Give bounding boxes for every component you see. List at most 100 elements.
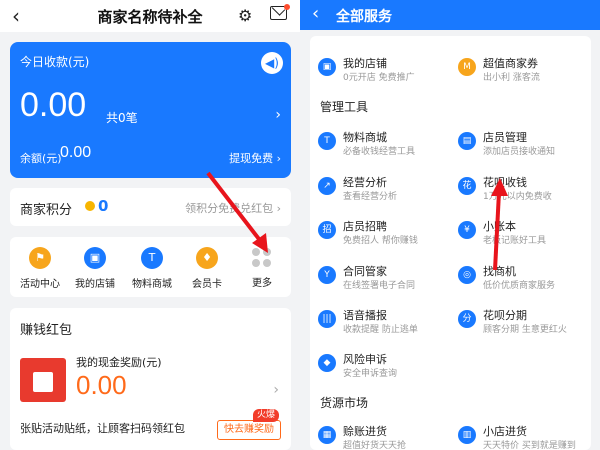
service-name: 超值商家券: [483, 57, 538, 70]
service-desc: 出小利 涨客流: [483, 73, 540, 83]
reward-value: 0.00: [76, 370, 127, 400]
red-packet-card: 赚钱红包 我的现金奖励(元) 0.00 › 张贴活动贴纸，让顾客扫码领红包 快去…: [10, 308, 291, 450]
quick-item-member-card[interactable]: ♦ 会员卡: [177, 247, 237, 290]
service-desc: 查看经营分析: [343, 192, 398, 202]
contract-icon: Y: [318, 266, 336, 284]
cart-icon: ▦: [318, 426, 336, 444]
coin-icon: [85, 201, 95, 211]
recruit-icon: 招: [318, 221, 336, 239]
merchant-home-panel: ‹ 商家名称待补全 ⚙ 今日收款(元) ◀) 0.00 共0笔 › 余额(元) …: [0, 0, 300, 450]
card-icon: ♦: [196, 247, 218, 269]
earn-reward-button[interactable]: 快去赚奖励: [217, 420, 281, 440]
points-hint-text: 领积分免费兑红包: [185, 202, 274, 215]
service-desc: 老板记账好工具: [483, 236, 547, 246]
points-hint: 领积分免费兑红包 ›: [185, 202, 281, 215]
quick-item-label: 我的店铺: [75, 279, 115, 290]
service-desc: 超值好货天天抢: [343, 441, 407, 450]
service-desc: 天天特价 买到就是赚到: [483, 441, 576, 450]
service-name: 语音播报: [343, 309, 387, 322]
points-value: 0: [98, 197, 109, 215]
flag-icon: ⚑: [29, 247, 51, 269]
qr-red-packet-icon: [20, 358, 66, 402]
page-title: 商家名称待补全: [97, 8, 203, 26]
quick-item-mall[interactable]: T 物料商城: [122, 247, 182, 290]
service-name: 赊账进货: [343, 425, 387, 438]
chart-icon: ↗: [318, 177, 336, 195]
service-recruit[interactable]: 招 店员招聘 免费招人 帮你赚钱: [310, 217, 450, 251]
service-installment[interactable]: 分 花呗分期 顾客分期 生意更红火: [450, 306, 590, 340]
notification-dot: [284, 4, 290, 10]
today-income-card[interactable]: 今日收款(元) ◀) 0.00 共0笔 › 余额(元) 0.00 提现免费 ›: [10, 42, 291, 178]
red-packet-footer: 张贴活动贴纸，让顾客扫码领红包: [20, 422, 185, 435]
back-icon[interactable]: ‹: [312, 3, 319, 24]
service-contract[interactable]: Y 合同管家 在线签署电子合同: [310, 262, 450, 296]
withdraw-link[interactable]: 提现免费 ›: [229, 150, 281, 166]
shield-icon: ◆: [318, 354, 336, 372]
service-mall[interactable]: T 物料商城 必备收钱经营工具: [310, 128, 450, 162]
service-name: 风险申诉: [343, 353, 387, 366]
section-management-tools: 管理工具: [320, 100, 369, 114]
service-huabei[interactable]: 花 花呗收钱 1万元以内免费收: [450, 173, 590, 207]
service-name: 花呗分期: [483, 309, 527, 322]
service-desc: 顾客分期 生意更红火: [483, 325, 567, 335]
section-supply-market: 货源市场: [320, 396, 369, 410]
withdraw-label: 提现免费: [229, 152, 274, 165]
today-income-label: 今日收款(元): [20, 55, 90, 69]
left-header: ‹ 商家名称待补全 ⚙: [0, 0, 300, 32]
voice-icon: |||: [318, 310, 336, 328]
page-title: 全部服务: [336, 9, 392, 25]
merchant-points-row[interactable]: 商家积分 0 领积分免费兑红包 ›: [10, 188, 291, 226]
quick-item-label: 活动中心: [20, 279, 60, 290]
shop-icon: ▣: [318, 58, 336, 76]
red-packet-title: 赚钱红包: [20, 323, 73, 338]
service-shop[interactable]: ▣ 我的店铺 0元开店 免费推广: [310, 54, 450, 88]
service-name: 小账本: [483, 220, 516, 233]
balance-value: 0.00: [60, 144, 92, 161]
quick-item-label: 更多: [252, 278, 272, 289]
services-list: ▣ 我的店铺 0元开店 免费推广 M 超值商家券 出小利 涨客流 管理工具 T …: [310, 36, 591, 450]
staff-icon: ▤: [458, 132, 476, 150]
service-name: 物料商城: [343, 131, 387, 144]
service-staff[interactable]: ▤ 店员管理 添加店员接收通知: [450, 128, 590, 162]
speaker-icon[interactable]: ◀): [261, 52, 283, 74]
service-name: 我的店铺: [343, 57, 387, 70]
service-name: 店员管理: [483, 131, 527, 144]
service-credit-purchase[interactable]: ▦ 赊账进货 超值好货天天抢: [310, 422, 450, 450]
service-desc: 免费招人 帮你赚钱: [343, 236, 418, 246]
service-name: 小店进货: [483, 425, 527, 438]
service-store-purchase[interactable]: ▥ 小店进货 天天特价 买到就是赚到: [450, 422, 590, 450]
service-risk[interactable]: ◆ 风险申诉 安全申诉查询: [310, 350, 450, 384]
store-icon: ▥: [458, 426, 476, 444]
quick-item-more[interactable]: 更多: [232, 247, 292, 289]
quick-item-activity[interactable]: ⚑ 活动中心: [10, 247, 70, 290]
balance-label: 余额(元): [20, 152, 62, 165]
quick-item-label: 物料商城: [132, 279, 172, 290]
radar-icon: ◎: [458, 266, 476, 284]
service-coupon[interactable]: M 超值商家券 出小利 涨客流: [450, 54, 590, 88]
service-find-business[interactable]: ◎ 找商机 低价优质商家服务: [450, 262, 590, 296]
service-desc: 在线签署电子合同: [343, 281, 416, 291]
service-voice[interactable]: ||| 语音播报 收款提醒 防止逃单: [310, 306, 450, 340]
service-name: 店员招聘: [343, 220, 387, 233]
service-analysis[interactable]: ↗ 经营分析 查看经营分析: [310, 173, 450, 207]
hot-badge: 火爆: [252, 409, 279, 422]
chevron-right-icon[interactable]: ›: [273, 382, 279, 398]
mall-icon: T: [141, 247, 163, 269]
service-desc: 必备收钱经营工具: [343, 147, 416, 157]
service-desc: 0元开店 免费推广: [343, 73, 415, 83]
service-desc: 1万元以内免费收: [483, 192, 552, 202]
shop-icon: ▣: [84, 247, 106, 269]
chevron-right-icon: ›: [275, 107, 281, 123]
service-desc: 收款提醒 防止逃单: [343, 325, 418, 335]
gear-icon[interactable]: ⚙: [238, 6, 252, 25]
right-header: ‹ 全部服务: [300, 0, 600, 30]
points-label: 商家积分: [20, 203, 73, 218]
coupon-icon: M: [458, 58, 476, 76]
service-desc: 低价优质商家服务: [483, 281, 556, 291]
service-name: 经营分析: [343, 176, 387, 189]
quick-item-shop[interactable]: ▣ 我的店铺: [65, 247, 125, 290]
service-name: 找商机: [483, 265, 516, 278]
huabei-icon: 花: [458, 177, 476, 195]
more-icon: [252, 248, 272, 268]
service-ledger[interactable]: ¥ 小账本 老板记账好工具: [450, 217, 590, 251]
